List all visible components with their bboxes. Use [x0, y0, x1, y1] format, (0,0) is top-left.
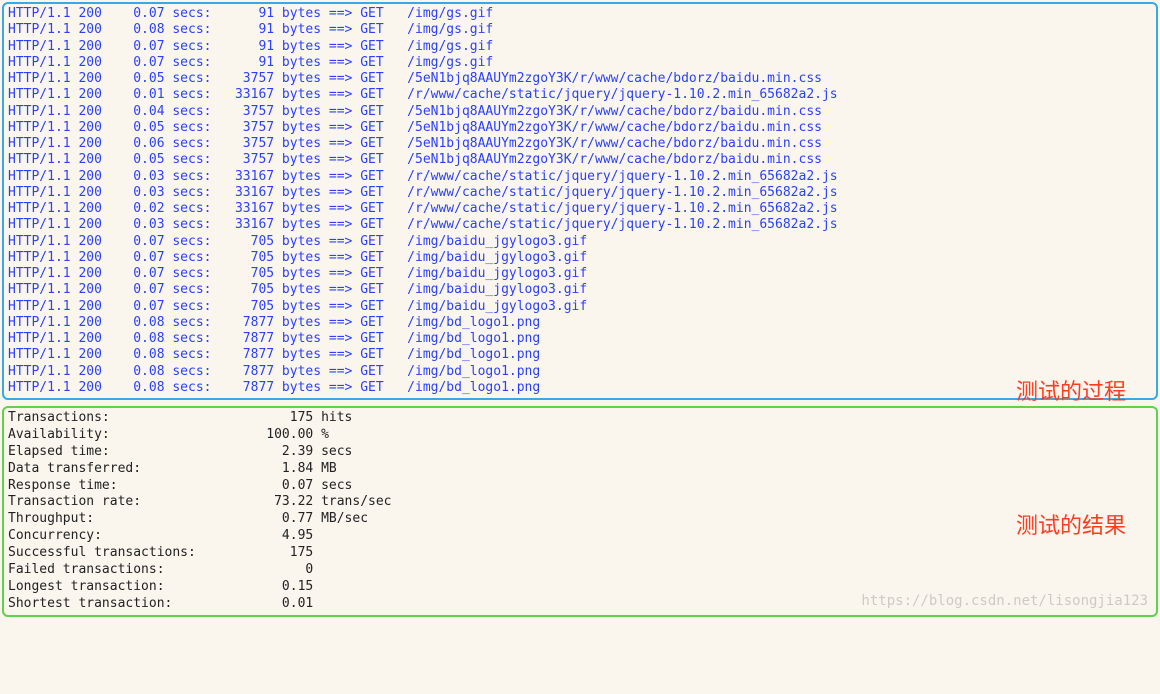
http-log-row: HTTP/1.1 200 0.05 secs: 3757 bytes ==> G…	[8, 71, 1152, 87]
http-log-row: HTTP/1.1 200 0.04 secs: 3757 bytes ==> G…	[8, 104, 1152, 120]
http-log-row: HTTP/1.1 200 0.06 secs: 3757 bytes ==> G…	[8, 136, 1152, 152]
http-log-row: HTTP/1.1 200 0.08 secs: 91 bytes ==> GET…	[8, 22, 1152, 38]
summary-stats-lines: Transactions: 175 hitsAvailability: 100.…	[8, 410, 1152, 613]
http-log-row: HTTP/1.1 200 0.08 secs: 7877 bytes ==> G…	[8, 347, 1152, 363]
http-log-row: HTTP/1.1 200 0.07 secs: 705 bytes ==> GE…	[8, 234, 1152, 250]
http-log-row: HTTP/1.1 200 0.07 secs: 705 bytes ==> GE…	[8, 250, 1152, 266]
http-log-panel: HTTP/1.1 200 0.07 secs: 91 bytes ==> GET…	[2, 2, 1158, 400]
stat-row: Successful transactions: 175	[8, 545, 1152, 562]
http-log-row: HTTP/1.1 200 0.07 secs: 705 bytes ==> GE…	[8, 282, 1152, 298]
http-log-row: HTTP/1.1 200 0.07 secs: 705 bytes ==> GE…	[8, 266, 1152, 282]
http-log-row: HTTP/1.1 200 0.08 secs: 7877 bytes ==> G…	[8, 364, 1152, 380]
http-log-row: HTTP/1.1 200 0.07 secs: 705 bytes ==> GE…	[8, 299, 1152, 315]
stat-row: Throughput: 0.77 MB/sec	[8, 511, 1152, 528]
summary-stats-panel: Transactions: 175 hitsAvailability: 100.…	[2, 406, 1158, 617]
stat-row: Availability: 100.00 %	[8, 427, 1152, 444]
stat-row: Response time: 0.07 secs	[8, 478, 1152, 495]
http-log-row: HTTP/1.1 200 0.07 secs: 91 bytes ==> GET…	[8, 6, 1152, 22]
annotation-process: 测试的过程	[1016, 374, 1126, 406]
stat-row: Data transferred: 1.84 MB	[8, 461, 1152, 478]
http-log-row: HTTP/1.1 200 0.07 secs: 91 bytes ==> GET…	[8, 39, 1152, 55]
stat-row: Transactions: 175 hits	[8, 410, 1152, 427]
http-log-row: HTTP/1.1 200 0.08 secs: 7877 bytes ==> G…	[8, 331, 1152, 347]
annotation-result: 测试的结果	[1016, 508, 1126, 540]
http-log-row: HTTP/1.1 200 0.08 secs: 7877 bytes ==> G…	[8, 380, 1152, 396]
stat-row: Failed transactions: 0	[8, 562, 1152, 579]
http-log-row: HTTP/1.1 200 0.01 secs: 33167 bytes ==> …	[8, 87, 1152, 103]
http-log-row: HTTP/1.1 200 0.02 secs: 33167 bytes ==> …	[8, 201, 1152, 217]
http-log-row: HTTP/1.1 200 0.03 secs: 33167 bytes ==> …	[8, 217, 1152, 233]
http-log-row: HTTP/1.1 200 0.08 secs: 7877 bytes ==> G…	[8, 315, 1152, 331]
http-log-row: HTTP/1.1 200 0.07 secs: 91 bytes ==> GET…	[8, 55, 1152, 71]
http-log-row: HTTP/1.1 200 0.03 secs: 33167 bytes ==> …	[8, 185, 1152, 201]
http-log-row: HTTP/1.1 200 0.05 secs: 3757 bytes ==> G…	[8, 120, 1152, 136]
http-log-row: HTTP/1.1 200 0.03 secs: 33167 bytes ==> …	[8, 169, 1152, 185]
http-log-row: HTTP/1.1 200 0.05 secs: 3757 bytes ==> G…	[8, 152, 1152, 168]
watermark-text: https://blog.csdn.net/lisongjia123	[861, 593, 1148, 609]
stat-row: Elapsed time: 2.39 secs	[8, 444, 1152, 461]
stat-row: Transaction rate: 73.22 trans/sec	[8, 494, 1152, 511]
http-log-lines: HTTP/1.1 200 0.07 secs: 91 bytes ==> GET…	[8, 6, 1152, 396]
stat-row: Concurrency: 4.95	[8, 528, 1152, 545]
